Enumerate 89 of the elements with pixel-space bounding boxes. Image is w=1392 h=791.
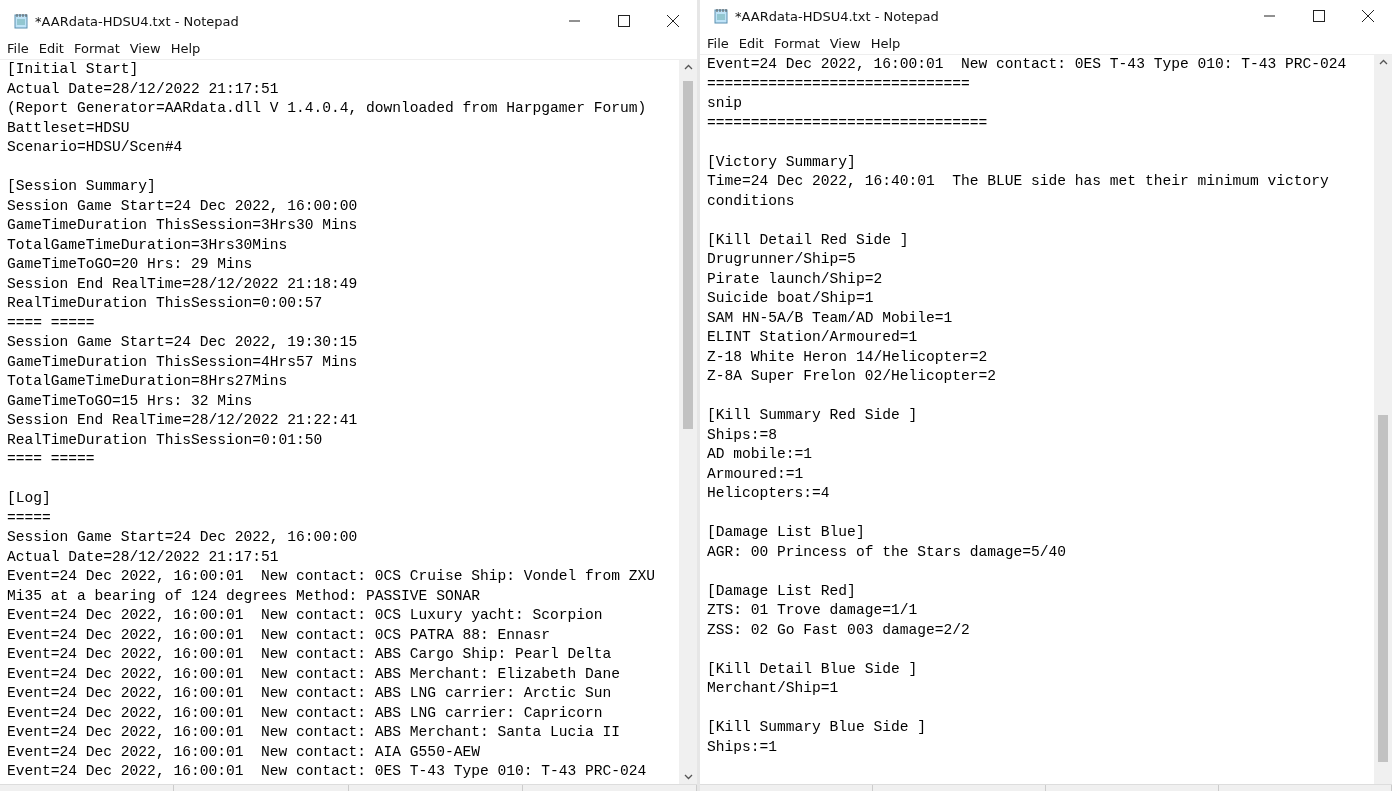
menu-item[interactable]: File — [702, 35, 734, 51]
text-line: ===== — [7, 508, 52, 528]
text-line: Event=24 Dec 2022, 16:00:01 New contact: 0ES T-43 Type 010: T-43 PRC-024 — [707, 55, 1348, 74]
text-line: Ships:=8 — [707, 425, 779, 445]
text-line: [Victory Summary] — [707, 152, 857, 172]
window-title: *AARdata-HDSU4.txt - Notepad — [35, 13, 239, 29]
maximize-icon — [617, 15, 630, 27]
text-line: Event=24 Dec 2022, 16:00:01 New contact: 0CS Cruise Ship: Vondel from ZXU — [7, 567, 657, 586]
text-line: ==== ===== — [7, 450, 96, 469]
text-line: Battleset=HDSU — [7, 118, 131, 138]
text-line: RealTimeDuration ThisSession=0:00:57 — [7, 294, 324, 313]
text-line: Event=24 Dec 2022, 16:00:01 New contact: ABS Merchant: Santa Lucia II — [7, 723, 622, 742]
menu-item[interactable]: Help — [865, 35, 906, 51]
menu-item[interactable]: Edit — [33, 40, 69, 56]
text-line: AD mobile:=1 — [707, 445, 814, 464]
scrollbar-thumb[interactable] — [1378, 415, 1388, 762]
text-line: Event=24 Dec 2022, 16:00:01 New contact: 0CS PATRA 88: Ennasr — [7, 625, 551, 645]
text-line: GameTimeToGO=20 Hrs: 29 Mins — [7, 255, 254, 274]
text-line: ZTS: 01 Trove damage=1/1 — [707, 601, 919, 620]
menu-item[interactable]: View — [824, 35, 866, 51]
scroll-up-icon[interactable] — [683, 64, 693, 70]
text-line: [Damage List Blue] — [707, 523, 866, 542]
text-line: [Kill Summary Red Side ] — [707, 406, 919, 425]
scroll-down-icon[interactable] — [683, 774, 693, 780]
text-line: Actual Date=28/12/2022 21:17:51 — [7, 547, 280, 567]
text-line: Ships:=1 — [707, 737, 779, 757]
menu-item[interactable]: Help — [165, 40, 206, 56]
text-line: Helicopters:=4 — [707, 484, 831, 503]
text-line: GameTimeDuration ThisSession=4Hrs57 Mins — [7, 352, 359, 372]
text-line: [Session Summary] — [7, 177, 157, 196]
window-title: *AARdata-HDSU4.txt - Notepad — [735, 8, 939, 24]
text-line: Session Game Start=24 Dec 2022, 16:00:00 — [7, 196, 359, 216]
menu-item[interactable]: Format — [768, 35, 825, 51]
notepad-icon — [13, 13, 29, 29]
text-line: Z-18 White Heron 14/Helicopter=2 — [707, 347, 989, 367]
menu-item[interactable]: Edit — [733, 35, 769, 51]
text-line: GameTimeDuration ThisSession=3Hrs30 Mins — [7, 216, 359, 235]
text-line: conditions — [707, 191, 796, 211]
text-line: [Initial Start] — [7, 60, 140, 79]
text-line: Event=24 Dec 2022, 16:00:01 New contact: AIA G550-AEW — [7, 742, 481, 762]
text-line: Actual Date=28/12/2022 21:17:51 — [7, 79, 280, 99]
text-line: TotalGameTimeDuration=3Hrs30Mins — [7, 235, 289, 255]
text-line: AGR: 00 Princess of the Stars damage=5/40 — [707, 542, 1068, 562]
scroll-up-icon[interactable] — [1378, 59, 1388, 65]
text-line: GameTimeToGO=15 Hrs: 32 Mins — [7, 391, 254, 411]
text-line: Merchant/Ship=1 — [707, 679, 840, 698]
text-line: Z-8A Super Frelon 02/Helicopter=2 — [707, 367, 997, 386]
text-line: Event=24 Dec 2022, 16:00:01 New contact: ABS Cargo Ship: Pearl Delta — [7, 645, 613, 664]
text-line: Session End RealTime=28/12/2022 21:22:41 — [7, 411, 359, 430]
text-line: Scenario=HDSU/Scen#4 — [7, 138, 184, 157]
text-line: Event=24 Dec 2022, 16:00:01 New contact: 0ES T-43 Type 010: T-43 PRC-024 — [7, 762, 648, 781]
text-line: snip — [707, 94, 744, 113]
menu-item[interactable]: Format — [68, 40, 125, 56]
vertical-scrollbar[interactable] — [679, 60, 697, 784]
text-line: Event=24 Dec 2022, 16:00:01 New contact: 0CS Luxury yacht: Scorpion — [7, 606, 604, 625]
text-line: TotalGameTimeDuration=8Hrs27Mins — [7, 372, 289, 391]
text-line: Armoured:=1 — [707, 464, 805, 484]
menu-item[interactable]: View — [124, 40, 166, 56]
close-icon — [1361, 10, 1374, 22]
text-line: [Kill Summary Blue Side ] — [707, 718, 927, 737]
text-line: ============================== — [707, 74, 971, 94]
text-line: Session End RealTime=28/12/2022 21:18:49 — [7, 274, 359, 294]
text-line: Pirate launch/Ship=2 — [707, 269, 884, 289]
text-line: SAM HN-5A/B Team/AD Mobile=1 — [707, 308, 954, 328]
text-line: ELINT Station/Armoured=1 — [707, 328, 919, 347]
text-line: Drugrunner/Ship=5 — [707, 250, 857, 269]
text-line: Event=24 Dec 2022, 16:00:01 New contact: ABS LNG carrier: Arctic Sun — [7, 684, 613, 703]
vertical-scrollbar[interactable] — [1374, 55, 1392, 784]
text-line: [Kill Detail Red Side ] — [707, 230, 910, 250]
notepad-icon — [713, 8, 729, 24]
text-line: RealTimeDuration ThisSession=0:01:50 — [7, 430, 324, 450]
text-line: [Damage List Red] — [707, 581, 857, 601]
text-line: (Report Generator=AARdata.dll V 1.4.0.4, downloaded from Harpgamer Forum) — [7, 99, 648, 118]
close-icon — [666, 15, 679, 27]
text-line: Mi35 at a bearing of 124 degrees Method: PASSIVE SONAR — [7, 586, 481, 606]
text-line: Suicide boat/Ship=1 — [707, 289, 875, 308]
text-line: Session Game Start=24 Dec 2022, 19:30:15 — [7, 333, 359, 352]
scrollbar-thumb[interactable] — [683, 80, 693, 429]
text-line: Time=24 Dec 2022, 16:40:01 The BLUE side has met their minimum victory — [707, 172, 1330, 191]
text-line: Event=24 Dec 2022, 16:00:01 New contact: ABS LNG carrier: Capricorn — [7, 703, 604, 723]
menu-item[interactable]: File — [2, 40, 34, 56]
text-line: ================================ — [707, 113, 989, 133]
text-line: Event=24 Dec 2022, 16:00:01 New contact: ABS Merchant: Elizabeth Dane — [7, 664, 622, 684]
maximize-icon — [1312, 10, 1325, 22]
text-line: ZSS: 02 Go Fast 003 damage=2/2 — [707, 620, 971, 640]
text-line: [Log] — [7, 489, 52, 508]
text-line: [Kill Detail Blue Side ] — [707, 659, 919, 679]
text-line: Session Game Start=24 Dec 2022, 16:00:00 — [7, 528, 359, 547]
text-line: ==== ===== — [7, 313, 96, 333]
